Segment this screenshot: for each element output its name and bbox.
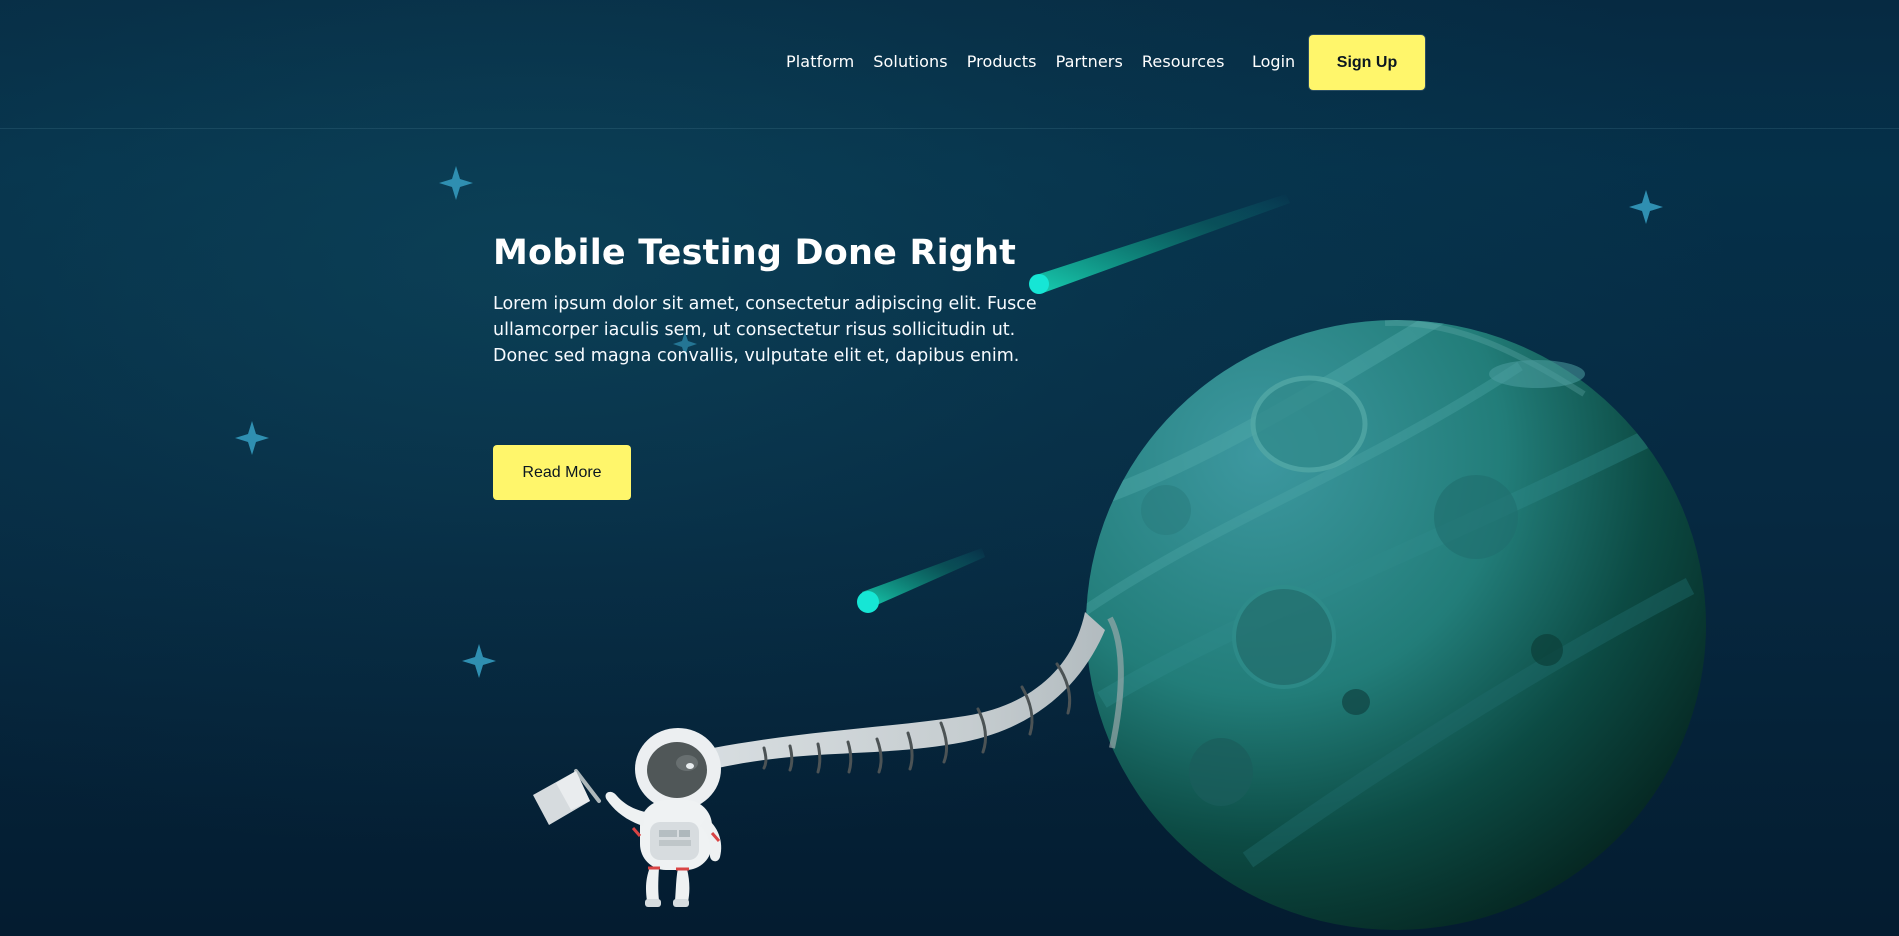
main-navigation: Platform Solutions Products Partners Res… xyxy=(786,50,1225,74)
hero-title: Mobile Testing Done Right xyxy=(493,233,1017,273)
nav-products[interactable]: Products xyxy=(967,50,1037,74)
top-navigation-bar: Platform Solutions Products Partners Res… xyxy=(0,0,1899,129)
nav-platform[interactable]: Platform xyxy=(786,50,854,74)
astronaut-icon xyxy=(605,728,722,907)
tether-icon xyxy=(713,612,1124,774)
hero-content: Mobile Testing Done Right Lorem ipsum do… xyxy=(493,228,1053,369)
space-illustration xyxy=(235,166,1706,930)
nav-partners[interactable]: Partners xyxy=(1056,50,1123,74)
sign-up-button[interactable]: Sign Up xyxy=(1309,35,1425,90)
landing-page: Platform Solutions Products Partners Res… xyxy=(0,0,1899,936)
flag-icon xyxy=(533,769,601,825)
nav-resources[interactable]: Resources xyxy=(1142,50,1225,74)
read-more-button[interactable]: Read More xyxy=(493,445,631,500)
login-link[interactable]: Login xyxy=(1252,50,1295,74)
nav-solutions[interactable]: Solutions xyxy=(873,50,947,74)
planet-icon xyxy=(1086,320,1706,930)
hero-description: Lorem ipsum dolor sit amet, consectetur … xyxy=(493,294,1037,366)
